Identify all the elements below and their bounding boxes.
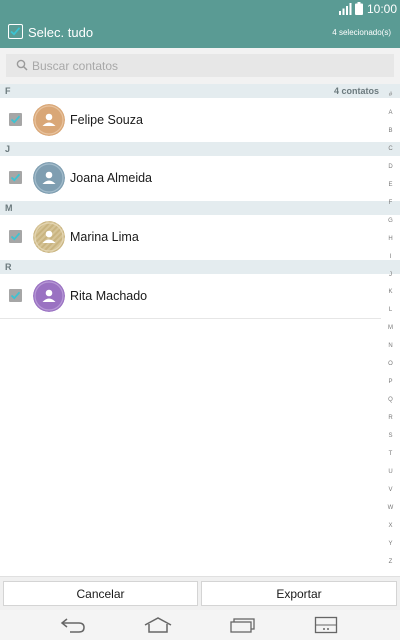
action-buttons-bar: Cancelar Exportar	[0, 576, 400, 611]
index-letter[interactable]: U	[381, 469, 400, 475]
index-letter[interactable]: M	[381, 325, 400, 331]
index-letter[interactable]: G	[381, 218, 400, 224]
index-letter[interactable]: I	[381, 254, 400, 260]
index-letter[interactable]: Y	[381, 541, 400, 547]
menu-icon[interactable]	[314, 616, 338, 634]
status-bar: 10:00	[0, 0, 400, 18]
person-icon	[33, 280, 65, 312]
avatar	[33, 280, 65, 312]
contacts-count: 4 contatos	[333, 86, 379, 96]
section-header-r: R	[0, 260, 400, 274]
index-letter[interactable]: X	[381, 523, 400, 529]
cancel-button[interactable]: Cancelar	[3, 581, 198, 606]
person-icon	[33, 221, 65, 253]
select-all-checkbox[interactable]	[8, 24, 23, 39]
contact-name: Rita Machado	[70, 289, 148, 303]
section-letter: F	[5, 86, 11, 96]
selected-count: 4 selecionado(s)	[332, 28, 391, 37]
search-area	[0, 48, 400, 84]
contact-checkbox[interactable]	[9, 289, 22, 302]
index-letter[interactable]: D	[381, 164, 400, 170]
checkmark-icon	[10, 291, 21, 300]
section-letter: M	[5, 203, 13, 213]
contact-name: Felipe Souza	[70, 113, 143, 127]
battery-icon	[355, 2, 363, 15]
person-icon	[33, 162, 65, 194]
index-letter[interactable]: V	[381, 487, 400, 493]
person-icon	[33, 104, 65, 136]
select-all-label[interactable]: Selec. tudo	[28, 25, 93, 40]
index-letter[interactable]: J	[381, 272, 400, 278]
contact-checkbox[interactable]	[9, 171, 22, 184]
export-button[interactable]: Exportar	[201, 581, 397, 606]
section-header-m: M	[0, 201, 400, 215]
search-box[interactable]	[6, 54, 394, 77]
section-header-f: F 4 contatos	[0, 84, 400, 98]
action-bar: Selec. tudo 4 selecionado(s)	[0, 18, 400, 48]
search-icon	[16, 59, 28, 71]
index-letter[interactable]: N	[381, 343, 400, 349]
navigation-bar	[0, 610, 400, 640]
index-letter[interactable]: E	[381, 182, 400, 188]
home-icon[interactable]	[143, 616, 173, 634]
contact-row[interactable]: Rita Machado	[0, 274, 381, 319]
back-icon[interactable]	[59, 616, 87, 634]
contact-checkbox[interactable]	[9, 113, 22, 126]
index-letter[interactable]: W	[381, 505, 400, 511]
index-letter[interactable]: K	[381, 289, 400, 295]
index-letter[interactable]: F	[381, 200, 400, 206]
search-input[interactable]	[32, 56, 382, 75]
index-letter[interactable]: #	[381, 92, 400, 98]
contact-checkbox[interactable]	[9, 230, 22, 243]
index-letter[interactable]: Z	[381, 559, 400, 565]
index-letter[interactable]: H	[381, 236, 400, 242]
section-letter: R	[5, 262, 12, 272]
index-letter[interactable]: R	[381, 415, 400, 421]
signal-icon	[339, 3, 352, 15]
contact-name: Joana Almeida	[70, 171, 153, 185]
section-header-j: J	[0, 142, 400, 156]
index-letter[interactable]: L	[381, 307, 400, 313]
index-letter[interactable]: Q	[381, 397, 400, 403]
alphabet-index[interactable]: # A B C D E F G H I J K L M N O P Q R S T U V W X Y Z	[381, 84, 400, 576]
avatar	[33, 104, 65, 136]
index-letter[interactable]: C	[381, 146, 400, 152]
index-letter[interactable]: T	[381, 451, 400, 457]
clock: 10:00	[367, 2, 398, 16]
contact-row[interactable]: Felipe Souza	[0, 98, 381, 142]
index-letter[interactable]: A	[381, 110, 400, 116]
index-letter[interactable]: B	[381, 128, 400, 134]
contact-row[interactable]: Marina Lima	[0, 215, 381, 259]
index-letter[interactable]: O	[381, 361, 400, 367]
checkmark-icon	[10, 115, 21, 124]
avatar	[33, 221, 65, 253]
index-letter[interactable]: S	[381, 433, 400, 439]
checkmark-icon	[10, 232, 21, 241]
checkmark-icon	[10, 173, 21, 182]
contact-name: Marina Lima	[70, 230, 139, 244]
section-letter: J	[5, 144, 11, 154]
contact-row[interactable]: Joana Almeida	[0, 156, 381, 200]
index-letter[interactable]: P	[381, 379, 400, 385]
avatar	[33, 162, 65, 194]
recent-apps-icon[interactable]	[229, 616, 257, 634]
checkmark-icon	[10, 27, 21, 36]
